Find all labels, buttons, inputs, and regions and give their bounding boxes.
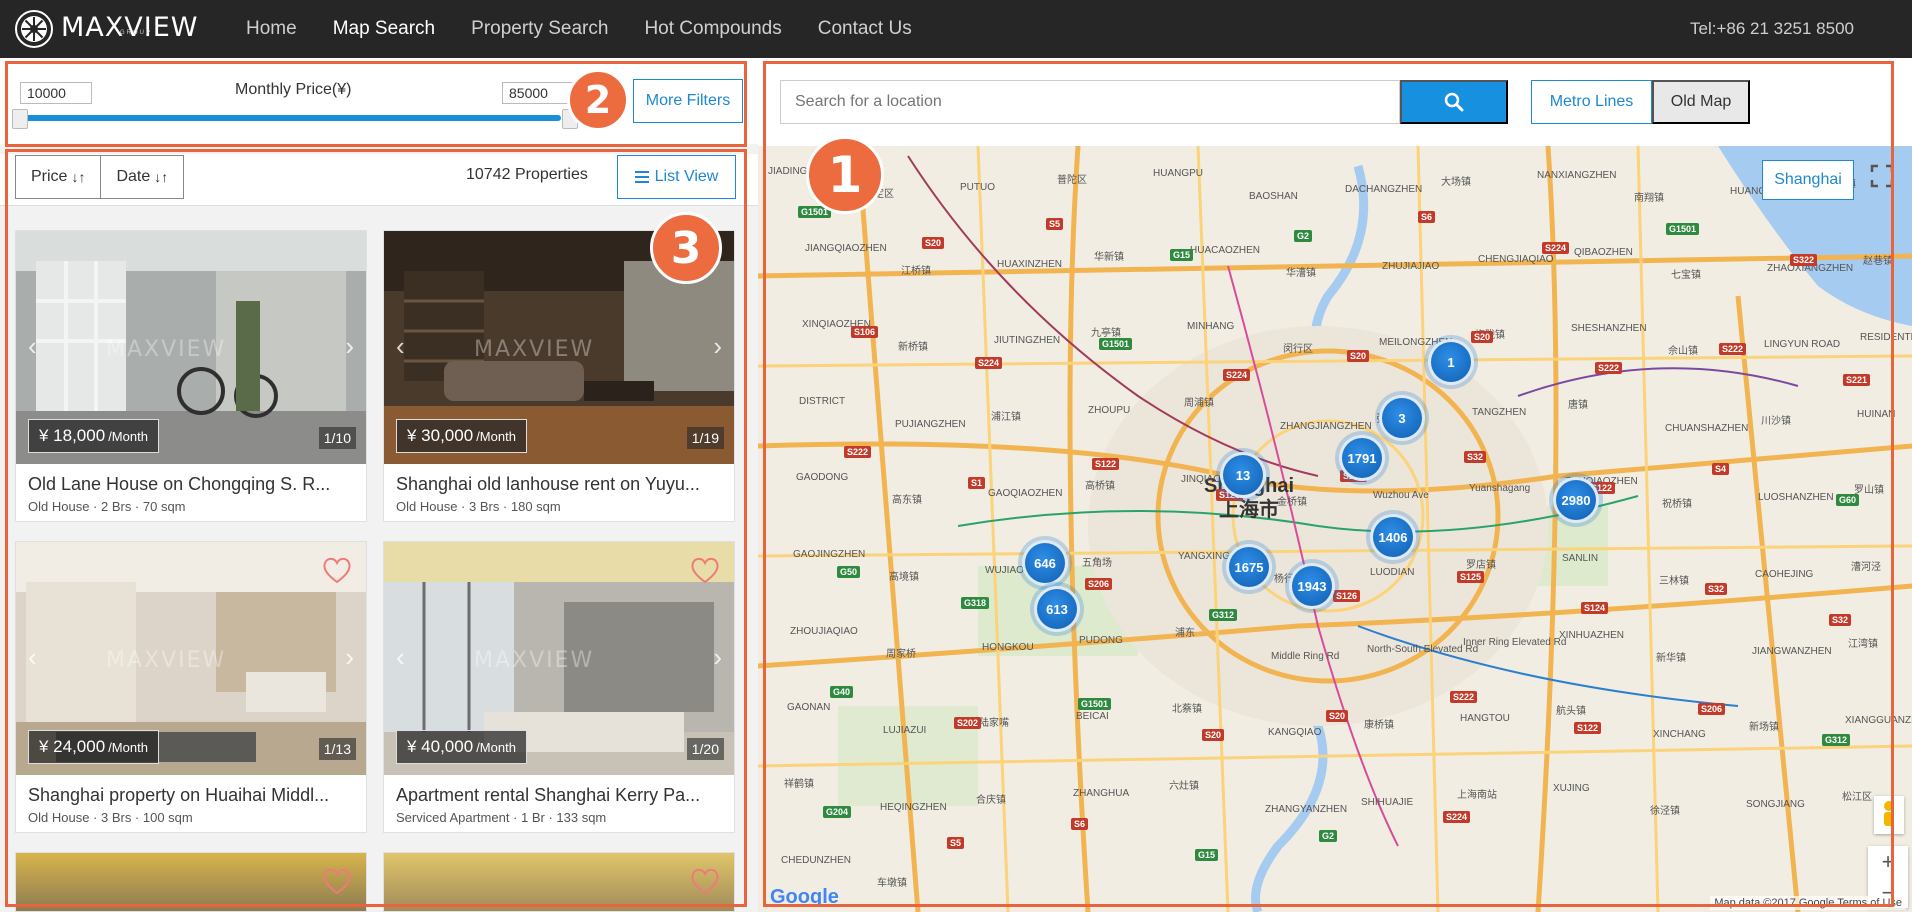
annotation-box-3 bbox=[5, 149, 747, 907]
annotation-marker-3: 3 bbox=[650, 212, 722, 284]
brand-sub: GROUP bbox=[120, 30, 153, 36]
annotation-marker-1: 1 bbox=[806, 136, 884, 214]
annotation-box-2 bbox=[5, 61, 747, 147]
main-nav: Home Map Search Property Search Hot Comp… bbox=[228, 0, 930, 58]
phone-number: Tel:+86 21 3251 8500 bbox=[1689, 19, 1854, 38]
nav-home[interactable]: Home bbox=[228, 0, 315, 58]
nav-property-search[interactable]: Property Search bbox=[453, 0, 626, 58]
nav-hot-compounds[interactable]: Hot Compounds bbox=[626, 0, 799, 58]
brand-name: MAXVIEW bbox=[61, 11, 199, 43]
top-navbar: MAXVIEW GROUP Home Map Search Property S… bbox=[0, 0, 1912, 58]
logo[interactable]: MAXVIEW GROUP bbox=[14, 0, 214, 58]
nav-map-search[interactable]: Map Search bbox=[315, 0, 453, 58]
annotation-marker-2: 2 bbox=[567, 69, 629, 131]
maxview-logo-icon bbox=[15, 10, 53, 48]
nav-contact-us[interactable]: Contact Us bbox=[800, 0, 930, 58]
annotation-box-1 bbox=[763, 61, 1894, 907]
